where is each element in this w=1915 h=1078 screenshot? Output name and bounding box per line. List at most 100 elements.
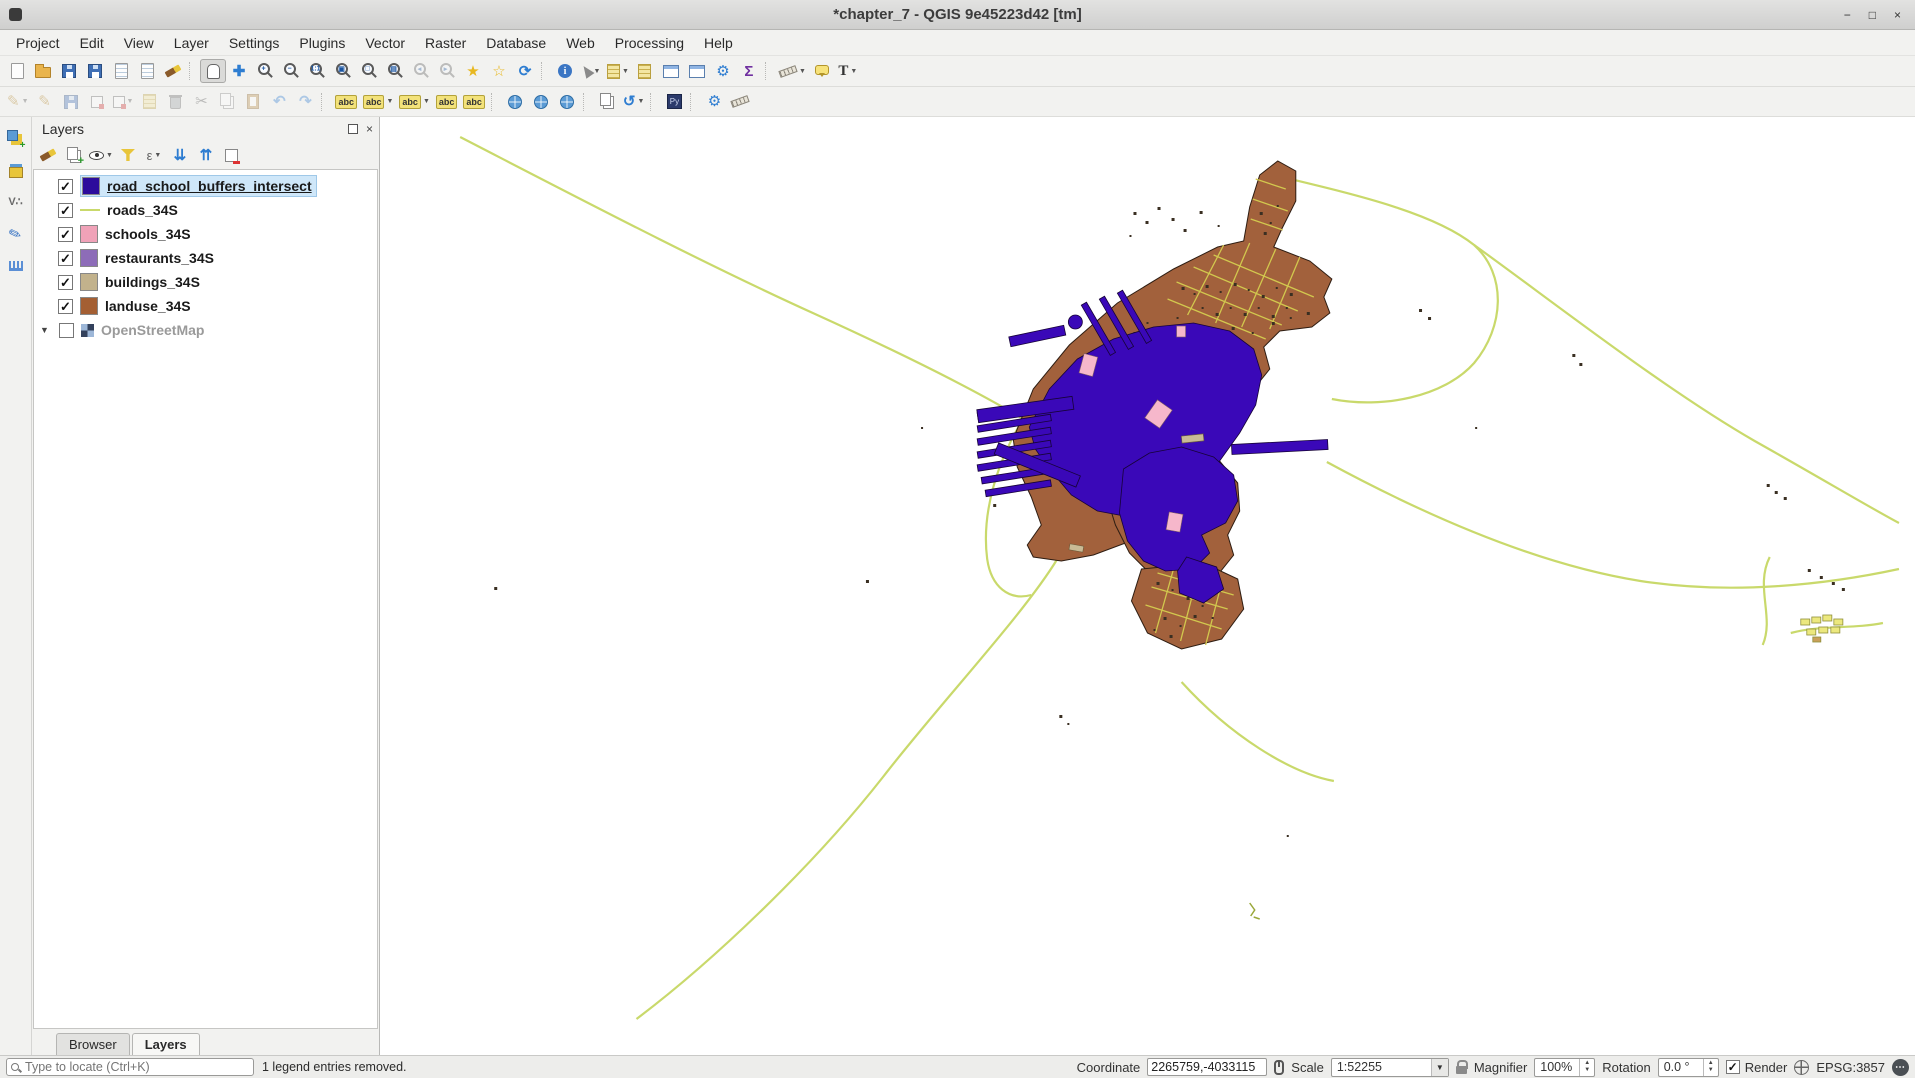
chevron-down-icon[interactable]: ▼ xyxy=(637,98,644,105)
collapse-all-button[interactable]: ⇈ xyxy=(194,144,218,166)
layer-checkbox[interactable]: ✓ xyxy=(58,275,73,290)
filter-by-expression-button[interactable]: ε▼ xyxy=(142,144,166,166)
layer-label[interactable]: buildings_34S xyxy=(105,274,200,290)
menu-raster[interactable]: Raster xyxy=(415,32,476,54)
layer-row-road-school-buffers-intersect[interactable]: ✓ road_school_buffers_intersect xyxy=(34,174,377,198)
layer-checkbox[interactable]: ✓ xyxy=(58,203,73,218)
copy-style-button[interactable] xyxy=(594,90,620,114)
pan-to-selection-button[interactable]: ✚ xyxy=(226,59,252,83)
menu-database[interactable]: Database xyxy=(476,32,556,54)
open-project-button[interactable] xyxy=(30,59,56,83)
manage-map-themes-button[interactable]: ▼ xyxy=(88,144,114,166)
layer-checkbox[interactable]: ✓ xyxy=(58,179,73,194)
layer-row-roads-34s[interactable]: ✓ roads_34S xyxy=(34,198,377,222)
messages-icon[interactable]: ⋯ xyxy=(1892,1059,1909,1076)
save-project-as-button[interactable] xyxy=(82,59,108,83)
metasearch-button[interactable] xyxy=(502,90,528,114)
layer-row-openstreetmap[interactable]: ▼ OpenStreetMap xyxy=(34,318,377,342)
menu-settings[interactable]: Settings xyxy=(219,32,290,54)
menu-plugins[interactable]: Plugins xyxy=(289,32,355,54)
new-project-button[interactable] xyxy=(4,59,30,83)
zoom-native-button[interactable]: 1:1 xyxy=(304,59,330,83)
chevron-down-icon[interactable]: ▼ xyxy=(154,152,161,159)
layer-labeling-button[interactable]: abc xyxy=(332,90,360,114)
select-by-expression-button[interactable]: ▼ xyxy=(604,59,632,83)
open-attribute-table-button[interactable] xyxy=(658,59,684,83)
style-manager-button[interactable] xyxy=(160,59,186,83)
save-project-button[interactable] xyxy=(56,59,82,83)
web-service-button[interactable] xyxy=(554,90,580,114)
layer-label[interactable]: roads_34S xyxy=(107,202,178,218)
layer-checkbox[interactable]: ✓ xyxy=(58,299,73,314)
layer-label[interactable]: road_school_buffers_intersect xyxy=(107,178,312,194)
panel-close-button[interactable]: × xyxy=(366,123,373,135)
spin-down-icon[interactable]: ▼ xyxy=(1708,1067,1714,1074)
menu-vector[interactable]: Vector xyxy=(355,32,415,54)
pin-labels-button[interactable]: abc▼ xyxy=(396,90,432,114)
zoom-to-selection-button[interactable]: □ xyxy=(356,59,382,83)
layer-checkbox[interactable]: ✓ xyxy=(58,227,73,242)
toggle-extents-icon[interactable] xyxy=(1274,1060,1284,1075)
zoom-to-layer-button[interactable]: ▤ xyxy=(382,59,408,83)
new-virtual-layer-button[interactable] xyxy=(3,253,29,279)
chevron-down-icon[interactable]: ▼ xyxy=(423,98,430,105)
layer-checkbox[interactable]: ✓ xyxy=(58,251,73,266)
chevron-down-icon[interactable]: ▼ xyxy=(386,98,393,105)
deselect-all-button[interactable] xyxy=(632,59,658,83)
measure-button[interactable]: ▼ xyxy=(776,59,809,83)
add-group-button[interactable] xyxy=(62,144,86,166)
minimize-button[interactable]: − xyxy=(1844,9,1851,21)
layer-label[interactable]: schools_34S xyxy=(105,226,191,242)
layer-row-restaurants-34s[interactable]: ✓ restaurants_34S xyxy=(34,246,377,270)
checkbox-icon[interactable]: ✓ xyxy=(1726,1060,1740,1074)
python-console-button[interactable]: Py xyxy=(661,90,687,114)
chevron-down-icon[interactable]: ▼ xyxy=(106,152,113,159)
move-label-button[interactable]: abc xyxy=(460,90,488,114)
scale-combo[interactable]: 1:52255 ▼ xyxy=(1331,1058,1449,1077)
layer-row-landuse-34s[interactable]: ✓ landuse_34S xyxy=(34,294,377,318)
layer-label[interactable]: OpenStreetMap xyxy=(101,322,204,338)
select-features-button[interactable]: ▼ xyxy=(578,59,604,83)
chevron-down-icon[interactable]: ▼ xyxy=(127,98,134,105)
magnifier-spinbox[interactable]: 100% ▲▼ xyxy=(1534,1058,1595,1077)
rotation-spinbox[interactable]: 0.0 ° ▲▼ xyxy=(1658,1058,1719,1077)
osm-place-search-button[interactable] xyxy=(528,90,554,114)
close-button[interactable]: × xyxy=(1894,9,1901,21)
processing-button[interactable]: ⚙ xyxy=(701,90,727,114)
menu-layer[interactable]: Layer xyxy=(164,32,219,54)
zoom-out-button[interactable]: − xyxy=(278,59,304,83)
pan-map-button[interactable] xyxy=(200,59,226,83)
new-bookmark-button[interactable]: ★ xyxy=(460,59,486,83)
layer-checkbox[interactable] xyxy=(59,323,74,338)
expand-all-button[interactable]: ⇊ xyxy=(168,144,192,166)
spin-up-icon[interactable]: ▲ xyxy=(1708,1060,1714,1067)
field-calculator-button[interactable] xyxy=(684,59,710,83)
chevron-down-icon[interactable]: ▼ xyxy=(22,98,29,105)
processing-toolbox-button[interactable]: ⚙ xyxy=(710,59,736,83)
data-source-manager-button[interactable] xyxy=(3,125,29,151)
spin-up-icon[interactable]: ▲ xyxy=(1584,1060,1590,1067)
undo-history-button[interactable]: ↺▼ xyxy=(620,90,648,114)
menu-view[interactable]: View xyxy=(114,32,164,54)
map-tips-button[interactable] xyxy=(809,59,835,83)
new-geopackage-layer-button[interactable]: ✎ xyxy=(3,221,29,247)
layer-row-buildings-34s[interactable]: ✓ buildings_34S xyxy=(34,270,377,294)
locate-box[interactable] xyxy=(6,1058,254,1076)
layer-row-schools-34s[interactable]: ✓ schools_34S xyxy=(34,222,377,246)
chevron-down-icon[interactable]: ▼ xyxy=(1431,1059,1448,1076)
layer-label[interactable]: restaurants_34S xyxy=(105,250,214,266)
menu-web[interactable]: Web xyxy=(556,32,605,54)
show-layout-manager-button[interactable] xyxy=(134,59,160,83)
menu-edit[interactable]: Edit xyxy=(70,32,114,54)
chevron-down-icon[interactable]: ▼ xyxy=(850,68,857,75)
chevron-down-icon[interactable]: ▼ xyxy=(594,68,601,75)
remove-layer-button[interactable] xyxy=(220,144,244,166)
identify-features-button[interactable]: i xyxy=(552,59,578,83)
zoom-in-button[interactable]: + xyxy=(252,59,278,83)
layer-labeling-single-button[interactable]: abc▼ xyxy=(360,90,396,114)
text-annotation-button[interactable]: T▼ xyxy=(835,59,861,83)
new-print-layout-button[interactable] xyxy=(108,59,134,83)
menu-processing[interactable]: Processing xyxy=(605,32,694,54)
locate-input[interactable] xyxy=(23,1059,249,1075)
lock-scale-icon[interactable] xyxy=(1456,1066,1467,1074)
